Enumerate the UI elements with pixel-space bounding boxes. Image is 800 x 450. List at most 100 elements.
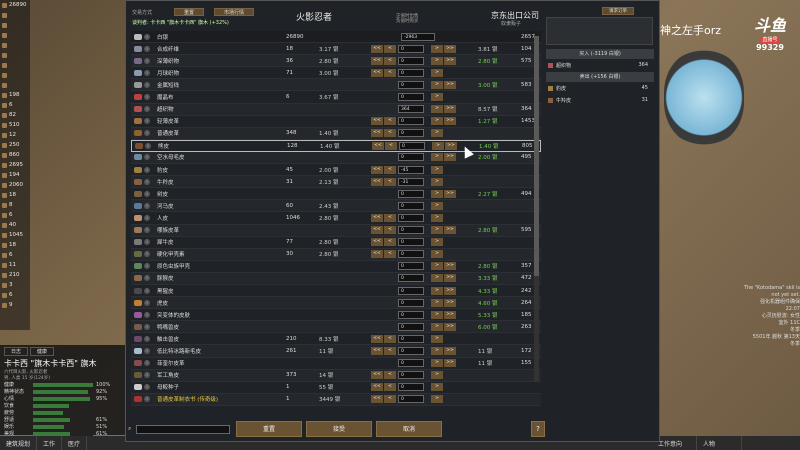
quantity-field[interactable]: 0 xyxy=(398,68,424,77)
sell-all-button[interactable]: << xyxy=(371,226,383,235)
info-icon[interactable]: i xyxy=(144,396,150,403)
sell-one-button[interactable]: < xyxy=(384,395,396,404)
buy-all-button[interactable]: >> xyxy=(444,286,456,295)
info-icon[interactable]: i xyxy=(144,347,150,354)
info-icon[interactable]: i xyxy=(144,118,150,125)
sell-one-button[interactable]: < xyxy=(384,117,396,126)
buy-one-button[interactable]: > xyxy=(431,189,443,198)
request-order-button[interactable]: 请求订单 xyxy=(602,7,634,15)
quantity-field[interactable]: 0 xyxy=(398,56,424,65)
quantity-field[interactable]: 0 xyxy=(398,286,424,295)
info-icon[interactable]: i xyxy=(144,335,150,342)
info-icon[interactable]: i xyxy=(144,166,150,173)
accept-button[interactable]: 接受 xyxy=(306,421,372,437)
info-icon[interactable]: i xyxy=(144,311,150,318)
sell-all-button[interactable]: << xyxy=(371,334,383,343)
buy-all-button[interactable]: >> xyxy=(444,153,456,162)
info-icon[interactable]: i xyxy=(144,275,150,282)
quantity-field[interactable]: 0 xyxy=(398,44,424,53)
quantity-field[interactable]: 0 xyxy=(398,322,424,331)
info-icon[interactable]: i xyxy=(144,384,150,391)
buy-one-button[interactable]: > xyxy=(431,238,443,247)
quantity-field[interactable]: -45 xyxy=(398,165,424,174)
search-input[interactable] xyxy=(136,425,230,434)
buy-one-button[interactable]: > xyxy=(431,298,443,307)
tab-people[interactable]: 人物 xyxy=(697,436,742,450)
buy-one-button[interactable]: > xyxy=(431,395,443,404)
quantity-field[interactable]: -31 xyxy=(398,177,424,186)
tab-health[interactable]: 健康 xyxy=(30,347,55,356)
menu-placeholder[interactable] xyxy=(742,436,800,450)
sell-all-button[interactable]: << xyxy=(371,68,383,77)
buy-one-button[interactable]: > xyxy=(431,274,443,283)
sell-all-button[interactable]: << xyxy=(371,117,383,126)
quantity-field[interactable]: 0 xyxy=(398,80,424,89)
buy-one-button[interactable]: > xyxy=(431,44,443,53)
info-icon[interactable]: i xyxy=(144,372,150,379)
quantity-field[interactable]: 0 xyxy=(398,129,424,138)
quantity-field[interactable]: 0 xyxy=(398,274,424,283)
info-icon[interactable]: i xyxy=(144,154,150,161)
quantity-field[interactable]: 0 xyxy=(398,334,424,343)
reset-quantity-button[interactable]: 重置 xyxy=(174,8,204,16)
buy-all-button[interactable]: >> xyxy=(444,80,456,89)
sell-one-button[interactable]: < xyxy=(384,213,396,222)
buy-one-button[interactable]: > xyxy=(431,105,443,114)
sell-all-button[interactable]: << xyxy=(371,250,383,259)
sell-all-button[interactable]: << xyxy=(371,56,383,65)
info-icon[interactable]: i xyxy=(144,130,150,137)
tab-medical[interactable]: 医疗 xyxy=(62,436,88,450)
buy-one-button[interactable]: > xyxy=(431,334,443,343)
buy-all-button[interactable]: >> xyxy=(444,274,456,283)
quantity-field[interactable]: 0 xyxy=(398,93,424,102)
quantity-field[interactable]: 0 xyxy=(398,189,424,198)
quantity-field[interactable]: 0 xyxy=(398,117,424,126)
info-icon[interactable]: i xyxy=(144,360,150,367)
info-icon[interactable]: i xyxy=(144,263,150,270)
buy-one-button[interactable]: > xyxy=(431,56,443,65)
info-icon[interactable]: i xyxy=(144,239,150,246)
sell-one-button[interactable]: < xyxy=(384,371,396,380)
info-icon[interactable]: i xyxy=(144,45,150,52)
buy-one-button[interactable]: > xyxy=(431,80,443,89)
buy-all-button[interactable]: >> xyxy=(444,189,456,198)
tab-architect[interactable]: 建筑规划 xyxy=(0,436,38,450)
buy-all-button[interactable]: >> xyxy=(444,105,456,114)
tab-work[interactable]: 工作 xyxy=(37,436,63,450)
buy-all-button[interactable]: >> xyxy=(444,298,456,307)
quantity-field[interactable]: 0 xyxy=(398,371,424,380)
buy-one-button[interactable]: > xyxy=(431,346,443,355)
sell-all-button[interactable]: << xyxy=(371,213,383,222)
info-icon[interactable]: i xyxy=(145,142,151,149)
sell-one-button[interactable]: < xyxy=(384,346,396,355)
quantity-field[interactable]: 0 xyxy=(398,310,424,319)
info-icon[interactable]: i xyxy=(144,69,150,76)
buy-all-button[interactable]: >> xyxy=(444,262,456,271)
buy-one-button[interactable]: > xyxy=(431,286,443,295)
sell-all-button[interactable]: << xyxy=(372,141,384,150)
quantity-field[interactable]: 0 xyxy=(398,262,424,271)
info-icon[interactable]: i xyxy=(144,287,150,294)
quantity-field[interactable]: 0 xyxy=(399,141,425,150)
help-button[interactable]: ? xyxy=(531,421,545,437)
quantity-field[interactable]: 0 xyxy=(398,238,424,247)
sell-all-button[interactable]: << xyxy=(371,129,383,138)
sell-all-button[interactable]: << xyxy=(371,395,383,404)
buy-all-button[interactable]: >> xyxy=(444,346,456,355)
buy-one-button[interactable]: > xyxy=(431,262,443,271)
quantity-field[interactable]: 364 xyxy=(398,105,424,114)
info-icon[interactable]: i xyxy=(144,202,150,209)
quantity-field[interactable]: 0 xyxy=(398,213,424,222)
info-icon[interactable]: i xyxy=(144,33,150,40)
quantity-field[interactable]: 0 xyxy=(398,226,424,235)
sell-all-button[interactable]: << xyxy=(371,371,383,380)
buy-one-button[interactable]: > xyxy=(431,153,443,162)
sell-one-button[interactable]: < xyxy=(384,56,396,65)
quantity-field[interactable]: 0 xyxy=(398,395,424,404)
buy-all-button[interactable]: >> xyxy=(444,310,456,319)
buy-one-button[interactable]: > xyxy=(431,213,443,222)
buy-one-button[interactable]: > xyxy=(431,250,443,259)
sell-all-button[interactable]: << xyxy=(371,44,383,53)
sell-one-button[interactable]: < xyxy=(384,334,396,343)
buy-one-button[interactable]: > xyxy=(431,165,443,174)
